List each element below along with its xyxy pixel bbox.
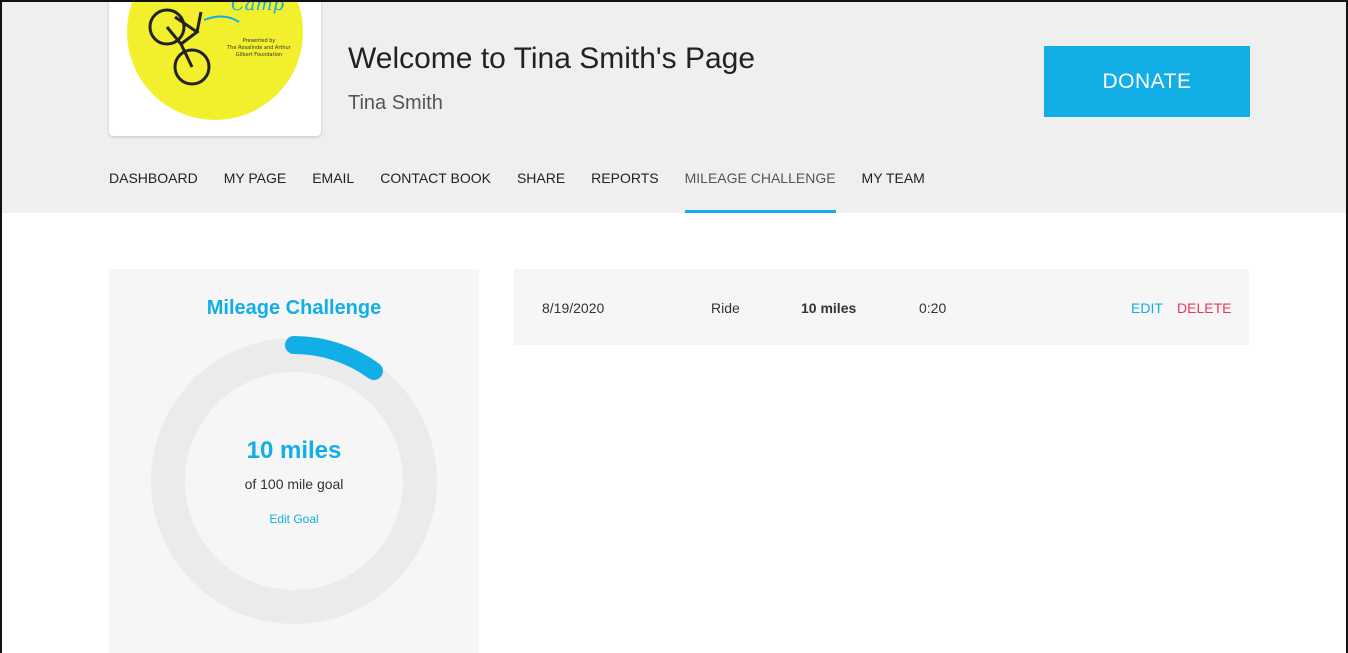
nav-tab-dashboard[interactable]: DASHBOARD (109, 170, 198, 213)
cyclist-logo-icon: Camp Presented by The Rosalinde and Arth… (127, 0, 303, 120)
mile-goal: of 100 mile goal (244, 476, 344, 492)
mileage-challenge-card: Mileage Challenge 10 miles of 100 mile g… (109, 269, 479, 653)
logo-credit-line: The Rosalinde and Arthur (226, 45, 291, 51)
logo-camp-word: Camp (231, 0, 285, 15)
logo-credit-line: Presented by (243, 38, 276, 44)
mileage-entry-row: 8/19/2020 Ride 10 miles 0:20 EDIT DELETE (514, 269, 1249, 345)
entry-edit-link[interactable]: EDIT (1131, 300, 1163, 316)
browser-frame: Camp Presented by The Rosalinde and Arth… (0, 0, 1348, 653)
page-header: Camp Presented by The Rosalinde and Arth… (2, 2, 1346, 213)
entry-duration: 0:20 (919, 300, 947, 316)
entry-date: 8/19/2020 (542, 300, 605, 316)
logo-credit-line: Gilbert Foundation (236, 52, 282, 58)
nav-tab-my-page[interactable]: MY PAGE (224, 170, 287, 213)
nav-tab-my-team[interactable]: MY TEAM (862, 170, 925, 213)
edit-goal-link[interactable]: Edit Goal (109, 512, 479, 526)
page-title: Welcome to Tina Smith's Page (348, 42, 756, 75)
entry-activity-type: Ride (711, 300, 740, 316)
nav-tab-share[interactable]: SHARE (517, 170, 565, 213)
page-owner-name: Tina Smith (348, 92, 443, 114)
card-title: Mileage Challenge (206, 297, 382, 319)
miles-completed: 10 miles (246, 437, 342, 464)
entry-distance: 10 miles (801, 300, 857, 316)
nav-tab-reports[interactable]: REPORTS (591, 170, 658, 213)
nav-tab-email[interactable]: EMAIL (312, 170, 354, 213)
entry-delete-link[interactable]: DELETE (1177, 300, 1231, 316)
nav-tab-mileage-challenge[interactable]: MILEAGE CHALLENGE (684, 170, 836, 213)
donate-button[interactable]: DONATE (1044, 46, 1250, 117)
camp-logo: Camp Presented by The Rosalinde and Arth… (109, 0, 321, 136)
nav-tab-contact-book[interactable]: CONTACT BOOK (380, 170, 491, 213)
main-nav: DASHBOARD MY PAGE EMAIL CONTACT BOOK SHA… (109, 170, 951, 213)
